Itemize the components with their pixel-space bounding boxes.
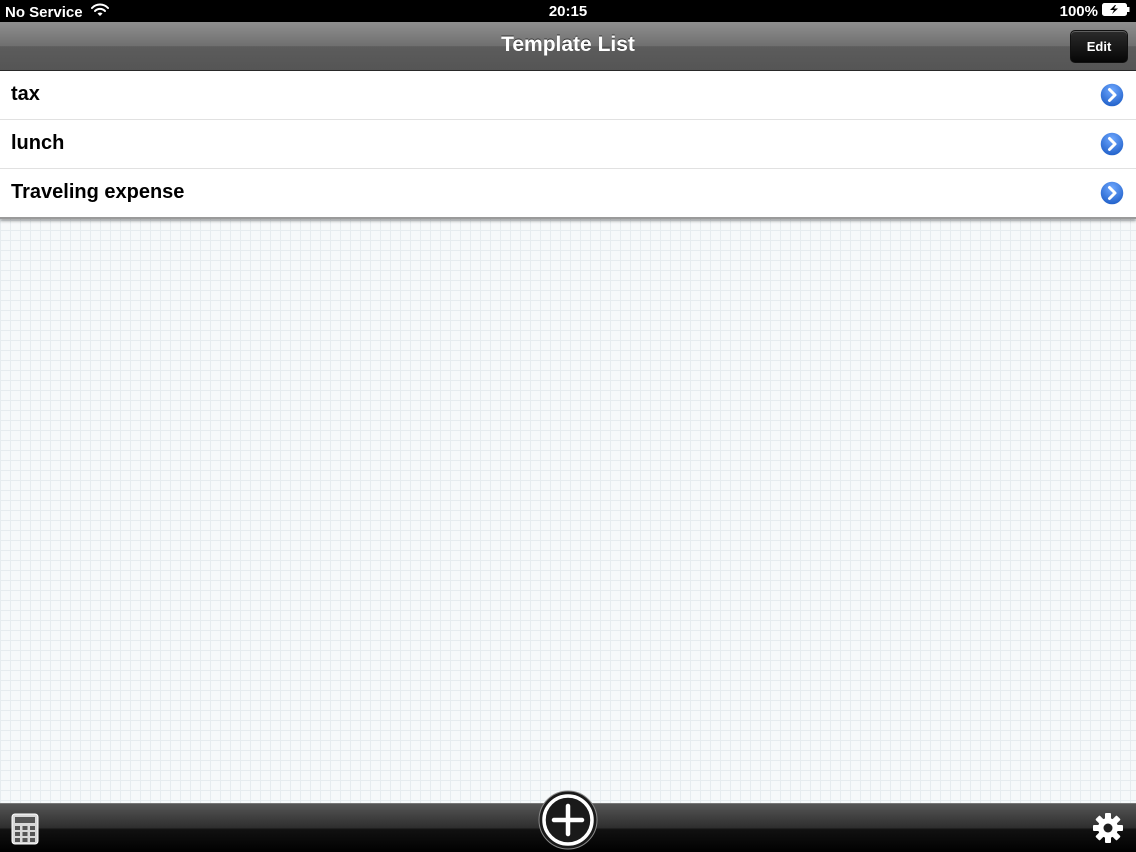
calculator-icon[interactable] xyxy=(11,813,39,845)
edit-button[interactable]: Edit xyxy=(1070,30,1128,63)
clock: 20:15 xyxy=(548,3,588,20)
add-template-button[interactable] xyxy=(538,790,598,850)
template-list: tax lunch Traveling expense xyxy=(0,71,1136,219)
disclosure-chevron-icon[interactable] xyxy=(1099,82,1125,108)
battery-group: 100% xyxy=(1060,3,1130,20)
screen: No Service 20:15 100% Template List Edit… xyxy=(0,0,1136,852)
template-name: tax xyxy=(11,83,40,105)
template-row-tax[interactable]: tax xyxy=(0,71,1136,120)
navigation-bar: Template List Edit xyxy=(0,22,1136,71)
add-plus-icon xyxy=(538,790,598,850)
disclosure-chevron-icon[interactable] xyxy=(1099,131,1125,157)
battery-icon xyxy=(1102,3,1130,20)
page-title: Template List xyxy=(501,33,635,56)
template-name: Traveling expense xyxy=(11,181,185,203)
template-name: lunch xyxy=(11,132,65,154)
template-row-lunch[interactable]: lunch xyxy=(0,120,1136,169)
bottom-toolbar xyxy=(0,790,1136,852)
disclosure-chevron-icon[interactable] xyxy=(1099,180,1125,206)
template-row-traveling-expense[interactable]: Traveling expense xyxy=(0,169,1136,217)
status-bar: No Service 20:15 100% xyxy=(0,0,1136,22)
gear-icon[interactable] xyxy=(1092,812,1124,844)
battery-percentage: 100% xyxy=(1059,3,1098,20)
